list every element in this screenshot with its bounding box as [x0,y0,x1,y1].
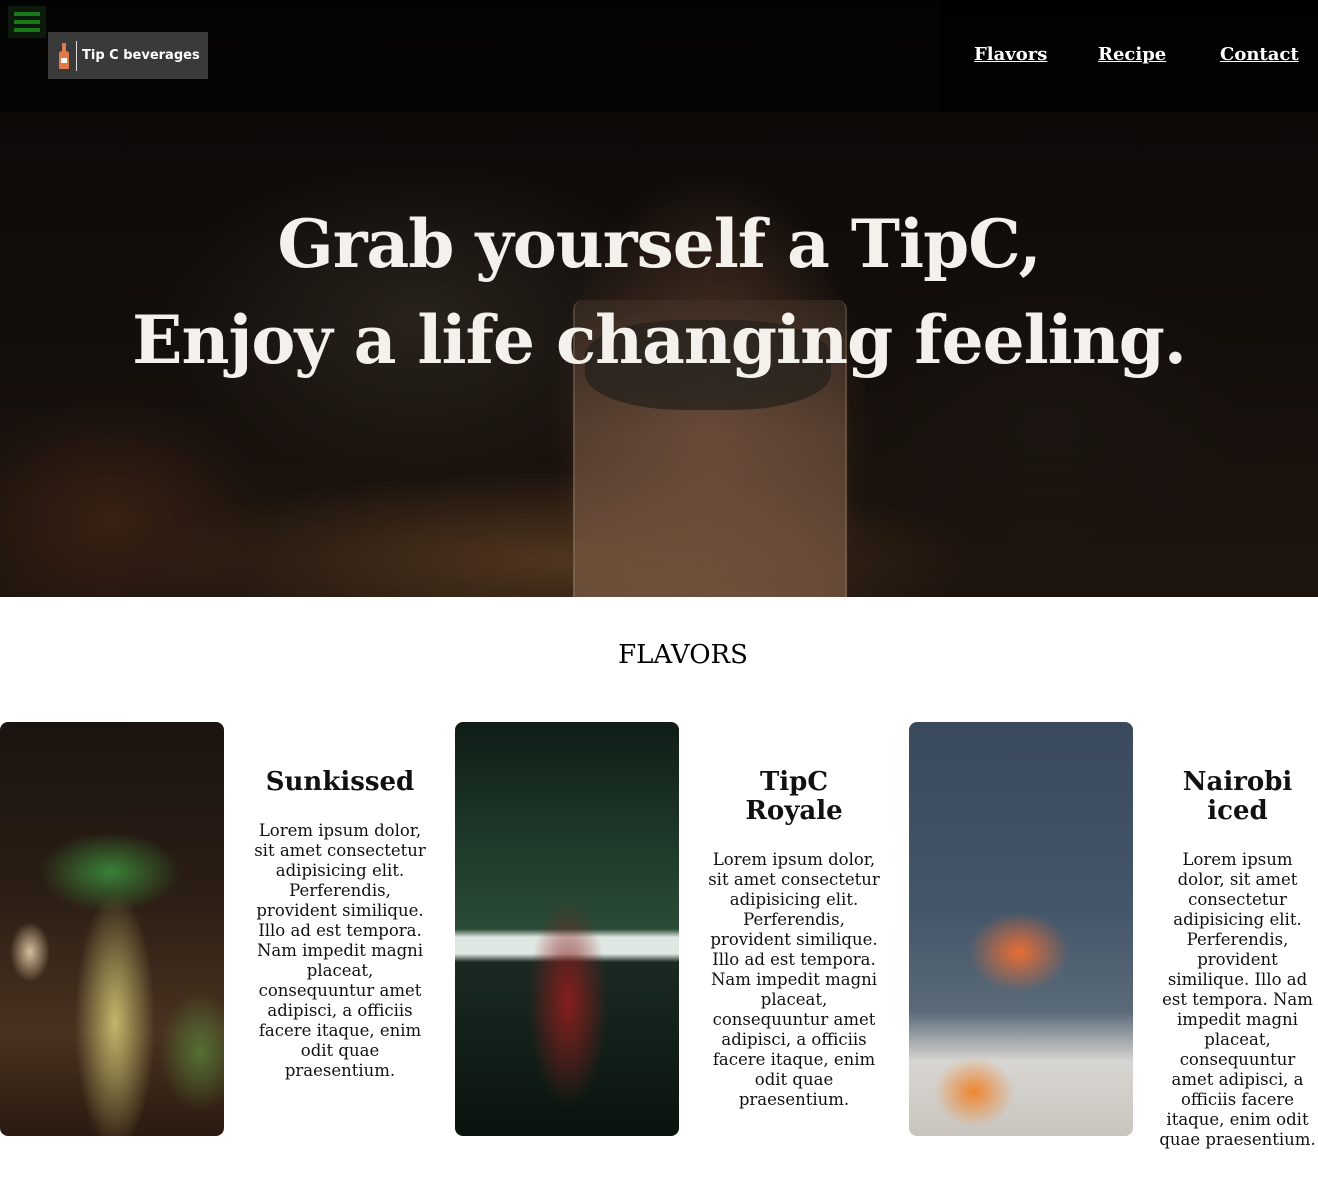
flavor-image-sunkissed [0,722,224,1136]
hamburger-line [14,20,40,24]
flavor-image-tipc-royale [455,722,679,1136]
hero-section: Tip C beverages Flavors Recipe Contact G… [0,0,1318,597]
flavor-image-nairobi-iced [909,722,1133,1136]
flavor-description: Lorem ipsum dolor, sit amet consectetur … [708,850,880,1109]
flavor-card: TipC Royale Lorem ipsum dolor, sit amet … [702,768,886,1110]
nav-link-flavors[interactable]: Flavors [974,44,1047,65]
hero-headline: Grab yourself a TipC, Enjoy a life chang… [0,196,1318,388]
main-nav: Flavors Recipe Contact [0,44,1318,68]
flavor-name: Sunkissed [265,767,415,797]
hero-line-1: Grab yourself a TipC, [277,205,1041,283]
nav-link-recipe[interactable]: Recipe [1098,44,1166,65]
flavor-description: Lorem ipsum dolor, sit amet consectetur … [254,821,426,1080]
hero-line-2: Enjoy a life changing feeling. [132,301,1187,379]
flavor-card: Sunkissed Lorem ipsum dolor, sit amet co… [248,768,432,1081]
hamburger-line [14,28,40,32]
flavor-description: Lorem ipsum dolor, sit amet consectetur … [1159,850,1316,1149]
flavors-heading: FLAVORS [618,640,748,670]
hamburger-icon[interactable] [8,6,46,38]
nav-link-contact[interactable]: Contact [1220,44,1299,65]
flavor-name: Nairobi iced [1182,768,1293,826]
hamburger-line [14,12,40,16]
flavor-card: Nairobi iced Lorem ipsum dolor, sit amet… [1157,768,1318,1150]
flavor-name: TipC Royale [745,767,843,826]
